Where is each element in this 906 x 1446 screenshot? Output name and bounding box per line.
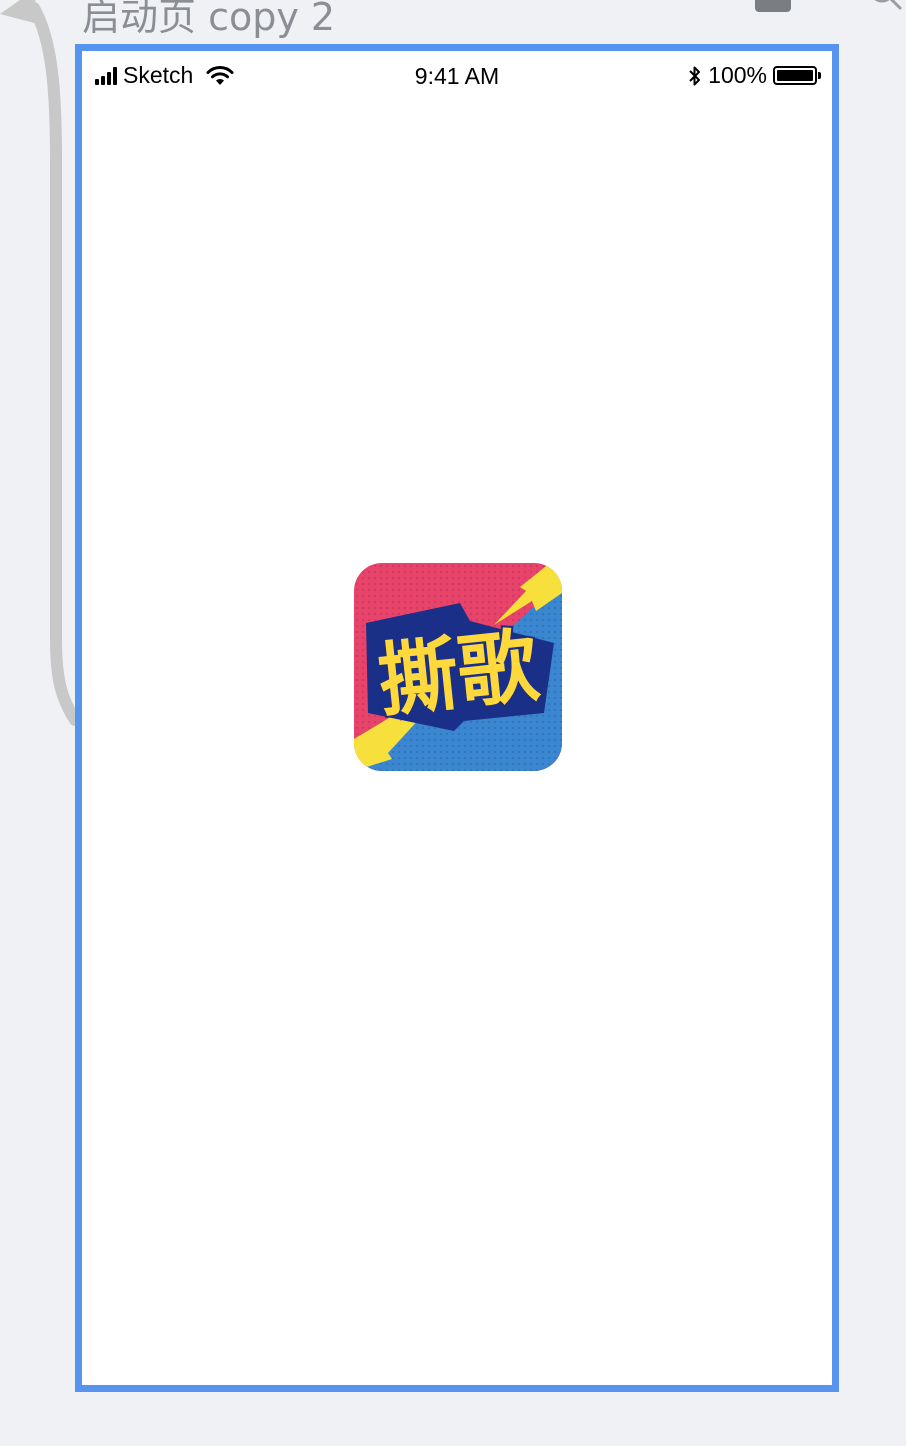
battery-icon — [773, 66, 821, 85]
app-logo-art: 撕歌 — [354, 563, 562, 771]
artboard-title[interactable]: 启动页 copy 2 — [82, 0, 335, 41]
bluetooth-icon — [689, 66, 701, 85]
search-icon[interactable] — [866, 0, 906, 12]
battery-percent: 100% — [708, 62, 767, 88]
toolbar-badge-icon[interactable] — [755, 0, 791, 12]
status-bar-right: 100% — [688, 62, 821, 89]
artboard-frame[interactable]: Sketch 9:41 AM 100% 撕歌 — [75, 44, 839, 1392]
status-bar: Sketch 9:41 AM 100% — [82, 51, 832, 91]
app-logo: 撕歌 — [354, 563, 562, 771]
battery-fill — [777, 70, 813, 81]
logo-lettering: 撕歌 — [374, 619, 544, 728]
